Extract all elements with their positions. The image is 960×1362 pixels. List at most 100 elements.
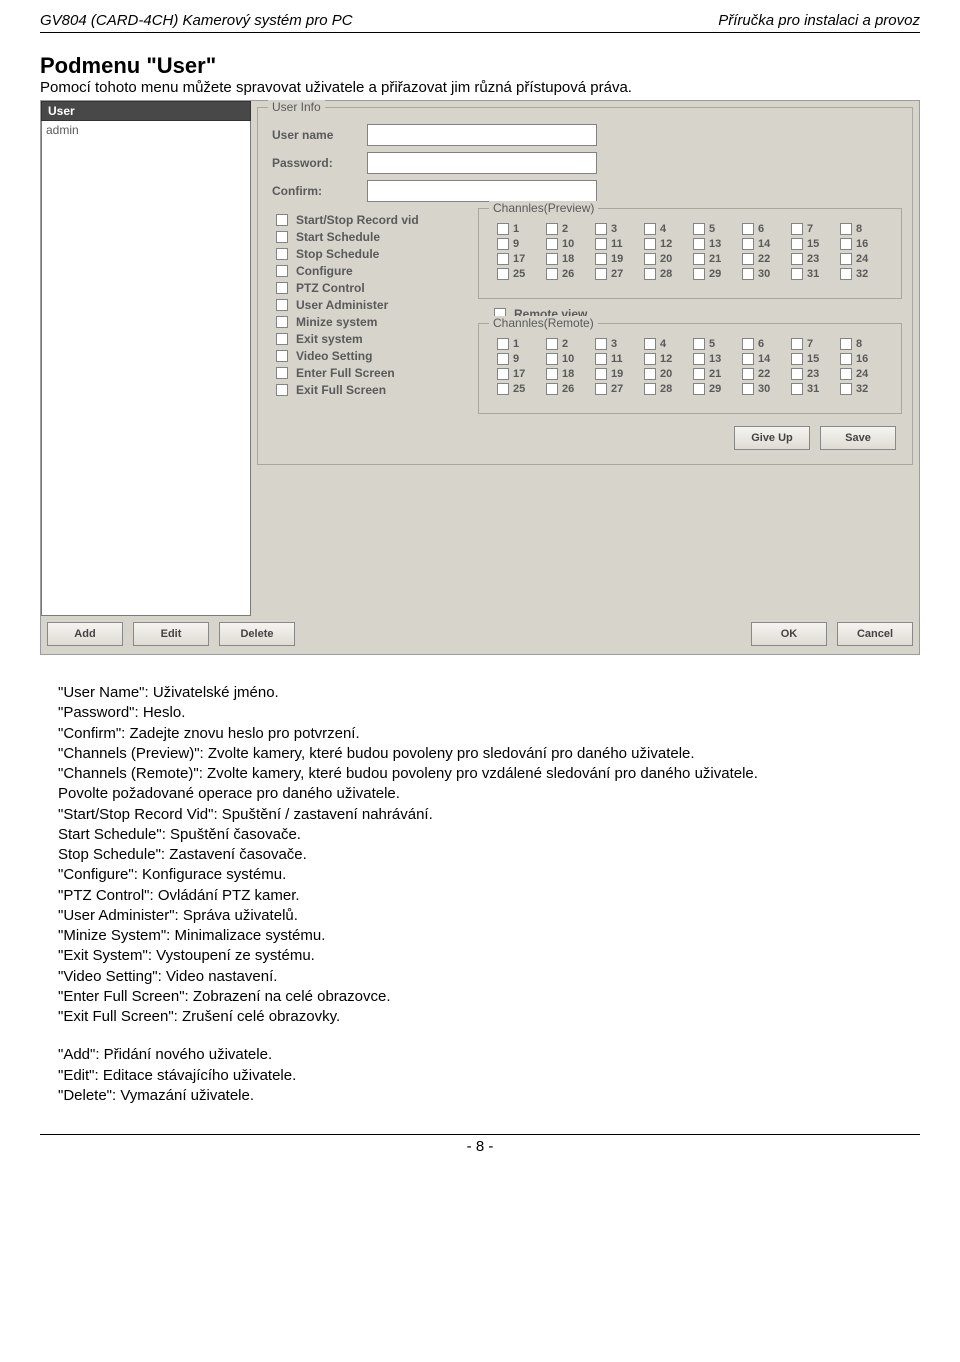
permission-row: Start Schedule [272,230,472,244]
channel-checkbox[interactable] [693,253,705,265]
user-list-item[interactable]: admin [46,123,246,137]
channel-checkbox[interactable] [546,353,558,365]
input-password[interactable] [367,152,597,174]
channel-label: 3 [611,223,617,235]
channel-checkbox[interactable] [497,353,509,365]
channel-checkbox[interactable] [595,238,607,250]
permission-checkbox[interactable] [276,299,288,311]
channel-checkbox[interactable] [546,223,558,235]
channel-checkbox[interactable] [644,223,656,235]
channel-checkbox[interactable] [693,268,705,280]
channel-checkbox[interactable] [497,268,509,280]
user-list[interactable]: admin [41,121,251,616]
channel-checkbox[interactable] [546,268,558,280]
input-confirm[interactable] [367,180,597,202]
delete-button[interactable]: Delete [219,622,295,646]
channel-checkbox[interactable] [742,223,754,235]
channel-checkbox[interactable] [742,353,754,365]
channel-checkbox[interactable] [840,253,852,265]
channel-cell: 23 [791,368,838,380]
channel-checkbox[interactable] [791,223,803,235]
channel-label: 27 [611,383,623,395]
channel-checkbox[interactable] [693,383,705,395]
channel-checkbox[interactable] [693,353,705,365]
channel-checkbox[interactable] [840,353,852,365]
channel-checkbox[interactable] [644,338,656,350]
channel-checkbox[interactable] [595,223,607,235]
channel-checkbox[interactable] [742,253,754,265]
channel-checkbox[interactable] [497,223,509,235]
channel-checkbox[interactable] [791,238,803,250]
channel-checkbox[interactable] [791,368,803,380]
channel-checkbox[interactable] [546,383,558,395]
channel-checkbox[interactable] [644,268,656,280]
channel-checkbox[interactable] [546,238,558,250]
permission-checkbox[interactable] [276,350,288,362]
permission-checkbox[interactable] [276,214,288,226]
channel-cell: 4 [644,338,691,350]
channel-checkbox[interactable] [546,338,558,350]
channel-checkbox[interactable] [595,253,607,265]
channel-checkbox[interactable] [742,383,754,395]
cancel-button[interactable]: Cancel [837,622,913,646]
add-button[interactable]: Add [47,622,123,646]
channel-label: 7 [807,338,813,350]
channel-checkbox[interactable] [644,368,656,380]
channel-checkbox[interactable] [497,253,509,265]
channels-remote-fieldset: Channles(Remote) 12345678910111213141516… [478,323,902,414]
channel-label: 20 [660,368,672,380]
channel-checkbox[interactable] [840,383,852,395]
channel-checkbox[interactable] [742,238,754,250]
channel-checkbox[interactable] [595,368,607,380]
channel-checkbox[interactable] [840,368,852,380]
channel-checkbox[interactable] [595,353,607,365]
permission-checkbox[interactable] [276,367,288,379]
ok-button[interactable]: OK [751,622,827,646]
channel-checkbox[interactable] [644,353,656,365]
channel-checkbox[interactable] [595,383,607,395]
permissions-list: Start/Stop Record vidStart ScheduleStop … [272,208,472,454]
permission-checkbox[interactable] [276,316,288,328]
channel-checkbox[interactable] [693,368,705,380]
give-up-button[interactable]: Give Up [734,426,810,450]
channel-checkbox[interactable] [742,268,754,280]
permission-checkbox[interactable] [276,333,288,345]
channel-checkbox[interactable] [693,338,705,350]
channel-cell: 12 [644,238,691,250]
channel-checkbox[interactable] [546,368,558,380]
channel-checkbox[interactable] [791,383,803,395]
channel-checkbox[interactable] [644,238,656,250]
channel-checkbox[interactable] [840,223,852,235]
channel-checkbox[interactable] [791,353,803,365]
channel-checkbox[interactable] [791,338,803,350]
permission-checkbox[interactable] [276,231,288,243]
channel-checkbox[interactable] [742,338,754,350]
channel-checkbox[interactable] [840,268,852,280]
channel-checkbox[interactable] [595,338,607,350]
description: "User Name": Uživatelské jméno."Password… [40,683,920,1106]
channel-cell: 26 [546,268,593,280]
permission-checkbox[interactable] [276,248,288,260]
channel-checkbox[interactable] [840,338,852,350]
permission-checkbox[interactable] [276,265,288,277]
channel-checkbox[interactable] [693,238,705,250]
channel-checkbox[interactable] [791,253,803,265]
permission-checkbox[interactable] [276,282,288,294]
channel-checkbox[interactable] [546,253,558,265]
channel-checkbox[interactable] [840,238,852,250]
channel-checkbox[interactable] [595,268,607,280]
input-user-name[interactable] [367,124,597,146]
channel-checkbox[interactable] [497,383,509,395]
channel-checkbox[interactable] [693,223,705,235]
channel-checkbox[interactable] [497,368,509,380]
channel-checkbox[interactable] [742,368,754,380]
channel-checkbox[interactable] [644,253,656,265]
channel-checkbox[interactable] [791,268,803,280]
channel-cell: 11 [595,353,642,365]
edit-button[interactable]: Edit [133,622,209,646]
channel-checkbox[interactable] [497,238,509,250]
channel-checkbox[interactable] [644,383,656,395]
permission-checkbox[interactable] [276,384,288,396]
channel-checkbox[interactable] [497,338,509,350]
save-button[interactable]: Save [820,426,896,450]
